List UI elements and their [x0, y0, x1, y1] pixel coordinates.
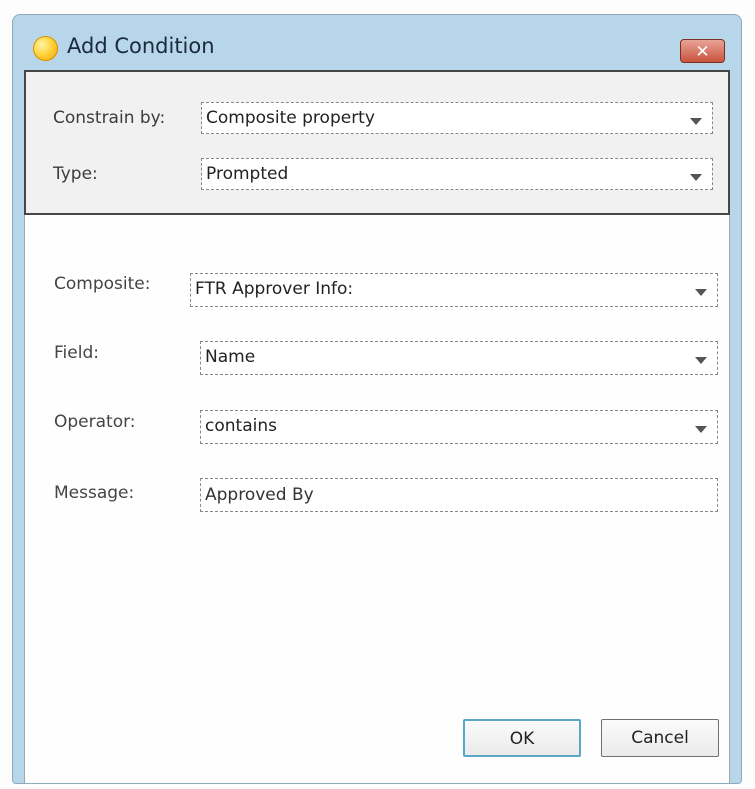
title-bar[interactable]: Add Condition ✕: [13, 15, 741, 67]
message-value: Approved By: [205, 485, 314, 505]
composite-label: Composite:: [54, 274, 151, 294]
add-condition-dialog: Add Condition ✕ Constrain by: Composite …: [12, 14, 742, 784]
cancel-button[interactable]: Cancel: [601, 719, 719, 757]
composite-value: FTR Approver Info:: [195, 279, 354, 299]
field-label: Field:: [54, 343, 99, 363]
condition-form: Composite: FTR Approver Info: Field: Nam…: [24, 215, 730, 783]
chevron-down-icon: [695, 426, 707, 433]
dialog-title: Add Condition: [67, 34, 215, 58]
chevron-down-icon: [695, 289, 707, 296]
constraint-panel: Constrain by: Composite property Type: P…: [24, 70, 730, 215]
chevron-down-icon: [690, 174, 702, 181]
type-label: Type:: [53, 164, 98, 184]
type-select[interactable]: Prompted: [201, 158, 713, 190]
field-select[interactable]: Name: [200, 341, 718, 375]
chevron-down-icon: [690, 118, 702, 125]
message-input[interactable]: Approved By: [200, 478, 718, 512]
message-label: Message:: [54, 483, 135, 503]
close-button[interactable]: ✕: [680, 39, 725, 63]
app-orb-icon: [33, 36, 58, 61]
operator-label: Operator:: [54, 412, 136, 432]
composite-select[interactable]: FTR Approver Info:: [190, 273, 718, 307]
constrain-by-select[interactable]: Composite property: [201, 102, 713, 134]
constrain-by-label: Constrain by:: [53, 108, 166, 128]
operator-select[interactable]: contains: [200, 410, 718, 444]
constrain-by-value: Composite property: [206, 108, 375, 128]
field-value: Name: [205, 347, 256, 367]
chevron-down-icon: [695, 357, 707, 364]
type-value: Prompted: [206, 164, 289, 184]
operator-value: contains: [205, 416, 277, 436]
ok-button[interactable]: OK: [463, 719, 581, 757]
